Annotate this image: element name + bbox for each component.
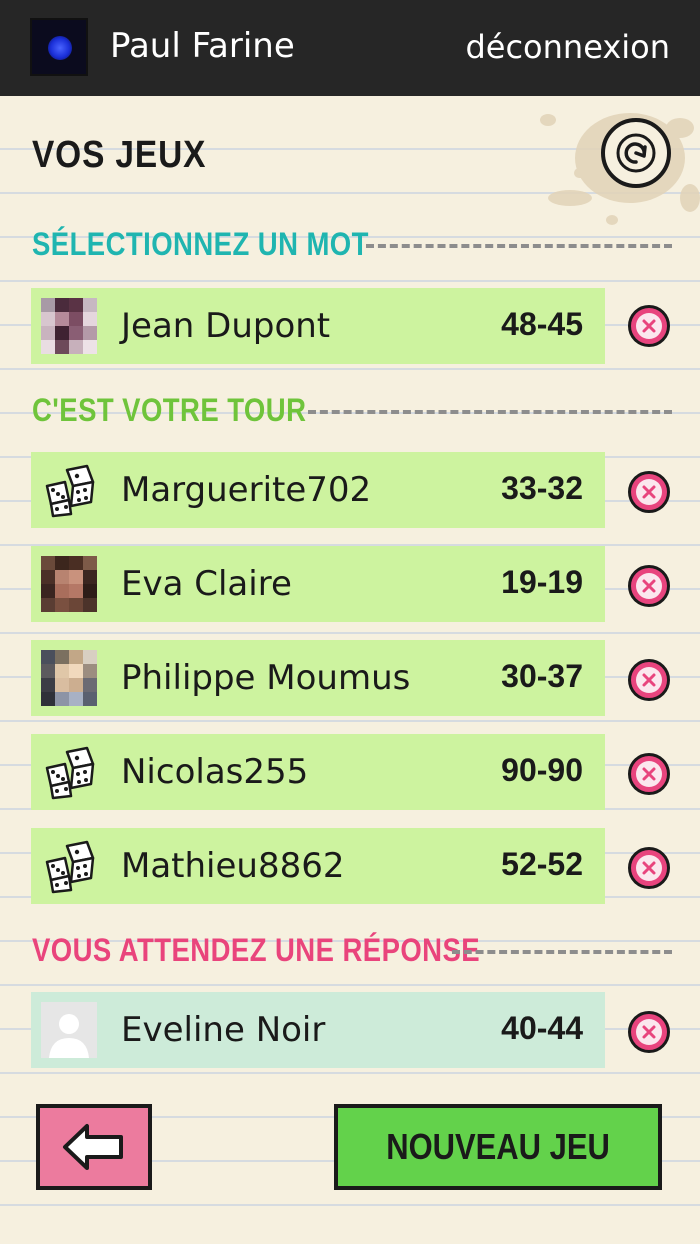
player-name: Eva Claire (121, 564, 292, 604)
delete-game-button[interactable] (628, 753, 670, 795)
game-row[interactable]: Marguerite702 33-32 (31, 452, 605, 528)
game-row[interactable]: Philippe Moumus 30-37 (31, 640, 605, 716)
back-button[interactable] (36, 1104, 152, 1190)
close-icon (642, 485, 656, 499)
top-bar: Paul Farine déconnexion (0, 0, 700, 96)
section-divider (308, 410, 672, 414)
dice-icon (45, 746, 95, 800)
section-title-waiting: VOUS ATTENDEZ UNE RÉPONSE (32, 932, 481, 968)
player-avatar (41, 298, 97, 354)
default-avatar-icon (41, 1002, 97, 1058)
player-name: Jean Dupont (121, 306, 331, 346)
page-title: VOS JEUX (32, 134, 207, 176)
game-score: 30-37 (501, 658, 583, 694)
close-icon (642, 1025, 656, 1039)
close-icon (642, 319, 656, 333)
delete-game-button[interactable] (628, 565, 670, 607)
delete-game-button[interactable] (628, 471, 670, 513)
game-score: 52-52 (501, 846, 583, 882)
game-score: 33-32 (501, 470, 583, 506)
game-row[interactable]: Eveline Noir 40-44 (31, 992, 605, 1068)
delete-game-button[interactable] (628, 305, 670, 347)
close-icon (642, 861, 656, 875)
dice-icon (45, 464, 95, 518)
section-title-your-turn: C'EST VOTRE TOUR (32, 392, 307, 428)
delete-game-button[interactable] (628, 659, 670, 701)
refresh-button[interactable] (601, 118, 671, 188)
section-divider (366, 244, 672, 248)
game-score: 40-44 (501, 1010, 583, 1046)
close-icon (642, 673, 656, 687)
game-row[interactable]: Jean Dupont 48-45 (31, 288, 605, 364)
player-name: Nicolas255 (121, 752, 309, 792)
player-name: Marguerite702 (121, 470, 372, 510)
game-row[interactable]: Nicolas255 90-90 (31, 734, 605, 810)
delete-game-button[interactable] (628, 847, 670, 889)
delete-game-button[interactable] (628, 1011, 670, 1053)
user-avatar[interactable] (30, 18, 88, 76)
dice-icon (45, 840, 95, 894)
arrow-left-icon (63, 1124, 123, 1170)
section-divider (452, 950, 672, 954)
player-avatar (41, 650, 97, 706)
new-game-button[interactable]: NOUVEAU JEU (334, 1104, 662, 1190)
player-name: Philippe Moumus (121, 658, 411, 698)
game-row[interactable]: Mathieu8862 52-52 (31, 828, 605, 904)
player-name: Eveline Noir (121, 1010, 326, 1050)
refresh-icon (616, 133, 656, 173)
game-score: 48-45 (501, 306, 583, 342)
player-avatar (41, 556, 97, 612)
game-score: 90-90 (501, 752, 583, 788)
new-game-label: NOUVEAU JEU (386, 1126, 610, 1167)
close-icon (642, 579, 656, 593)
game-row[interactable]: Eva Claire 19-19 (31, 546, 605, 622)
username: Paul Farine (110, 26, 295, 66)
close-icon (642, 767, 656, 781)
player-name: Mathieu8862 (121, 846, 345, 886)
game-score: 19-19 (501, 564, 583, 600)
section-title-select-word: SÉLECTIONNEZ UN MOT (32, 226, 369, 262)
logout-link[interactable]: déconnexion (465, 28, 670, 66)
